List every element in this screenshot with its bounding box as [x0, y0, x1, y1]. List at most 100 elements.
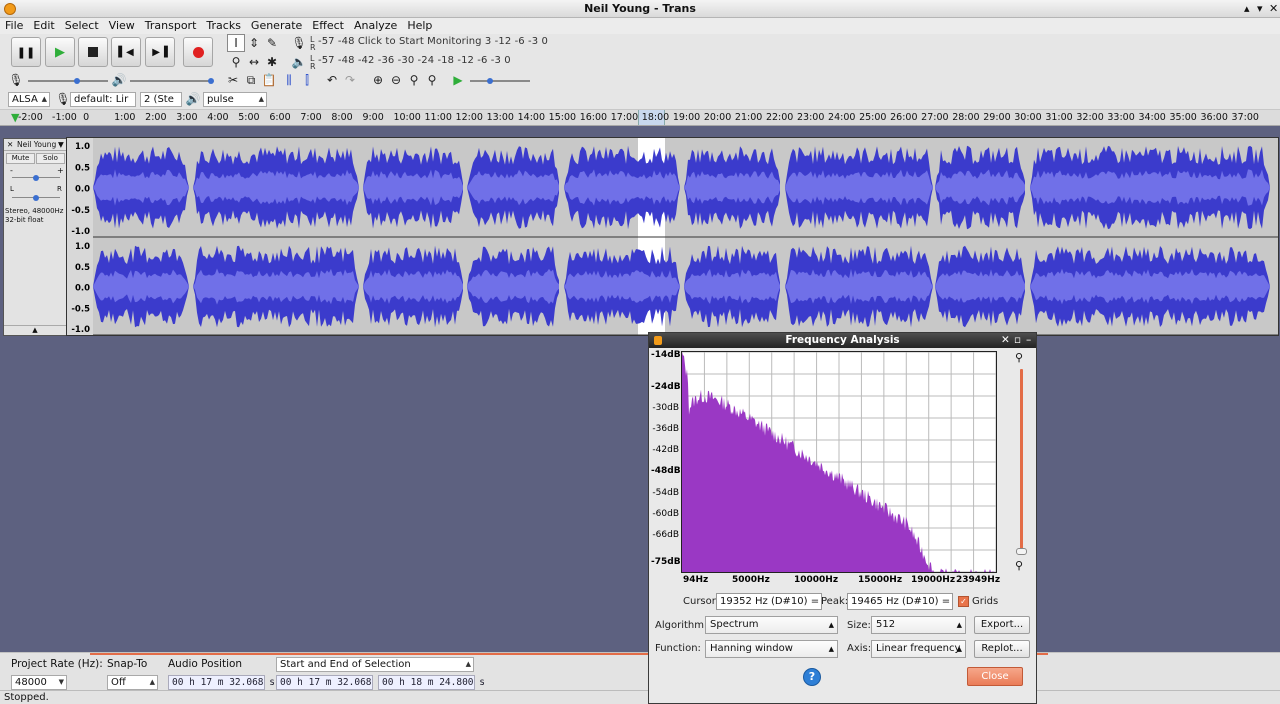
trim-button[interactable]: ⫼ [280, 71, 298, 89]
fit-project-button[interactable]: ⚲ [423, 71, 441, 89]
dialog-maximize-icon[interactable]: ▫ [1014, 333, 1021, 348]
slider-knob[interactable] [1016, 548, 1027, 555]
slider-knob[interactable] [487, 78, 493, 84]
timeline-ruler[interactable]: ▼ -2:00 -1:00 0 1:00 2:00 3:00 4:00 5:00 6:00 7:0… [0, 110, 1280, 126]
help-button[interactable]: ? [803, 668, 821, 686]
track-menu-icon[interactable]: ▼ [58, 139, 64, 151]
draw-tool[interactable]: ✎ [263, 34, 281, 52]
selection-mode-select[interactable]: Start and End of Selection ▲ [276, 657, 474, 672]
stop-button[interactable] [78, 37, 108, 67]
ruler-tick: 15:00 [548, 112, 577, 123]
size-select[interactable]: 512 ▲ [871, 616, 966, 634]
silence-button[interactable]: ⫿ [298, 71, 316, 89]
slider-knob[interactable] [33, 175, 39, 181]
track-close-icon[interactable]: ✕ [7, 139, 13, 151]
play-speed-slider[interactable] [470, 78, 530, 84]
zoom-in-icon[interactable]: ⚲ [1015, 351, 1023, 364]
undo-button[interactable]: ↶ [323, 71, 341, 89]
algorithm-label: Algorithm: [655, 620, 708, 631]
dialog-titlebar: Frequency Analysis ✕ ▫ – [649, 333, 1036, 348]
cursor-field[interactable]: 19352 Hz (D#10) = -7 [716, 593, 822, 610]
gain-slider[interactable] [12, 175, 60, 181]
envelope-tool[interactable]: ⇕ [245, 34, 263, 52]
redo-button[interactable]: ↷ [341, 71, 359, 89]
mute-button[interactable]: Mute [6, 153, 35, 164]
skip-end-button[interactable]: ▶▐ [145, 37, 175, 67]
snap-to-select[interactable]: Off ▲ [107, 675, 158, 690]
menu-tracks[interactable]: Tracks [201, 18, 246, 34]
menu-generate[interactable]: Generate [246, 18, 307, 34]
menu-file[interactable]: File [0, 18, 28, 34]
track-name-bar[interactable]: ✕ Neil Young - ▼ [4, 139, 66, 151]
amplitude-tick: -0.5 [71, 206, 90, 216]
fit-selection-button[interactable]: ⚲ [405, 71, 423, 89]
envelope-icon: ⇕ [248, 36, 260, 50]
playback-volume-slider[interactable] [130, 78, 214, 84]
grids-checkbox[interactable]: ✓ [958, 596, 969, 607]
menu-select[interactable]: Select [60, 18, 104, 34]
maximize-icon[interactable]: ▾ [1257, 0, 1263, 18]
waveform-rms [785, 268, 933, 305]
play-button[interactable]: ▶ [45, 37, 75, 67]
vertical-zoom-slider[interactable] [1016, 369, 1027, 555]
slider-knob[interactable] [208, 78, 214, 84]
paste-button[interactable]: 📋 [260, 71, 278, 89]
play-meter-button[interactable]: 🔈 [290, 53, 308, 71]
replot-button[interactable]: Replot... [974, 640, 1030, 658]
spectrum-svg[interactable] [681, 351, 997, 573]
playback-device-select[interactable]: pulse ▲ [203, 92, 267, 107]
selection-end-field[interactable]: 00 h 18 m 24.800 s [378, 675, 485, 690]
peak-field[interactable]: 19465 Hz (D#10) = -7 [847, 593, 953, 610]
grids-label: Grids [972, 596, 999, 607]
menu-effect[interactable]: Effect [307, 18, 349, 34]
selection-tool[interactable]: I [227, 34, 245, 52]
recording-volume-slider[interactable] [28, 78, 108, 84]
pan-slider[interactable] [12, 195, 60, 201]
dialog-close-icon[interactable]: ✕ [1001, 333, 1010, 348]
slider-knob[interactable] [33, 195, 39, 201]
slider-knob[interactable] [74, 78, 80, 84]
zoom-out-button[interactable]: ⊖ [387, 71, 405, 89]
close-icon[interactable]: ✕ [1269, 0, 1278, 18]
multi-tool[interactable]: ✱ [263, 53, 281, 71]
zoom-out-icon[interactable]: ⚲ [1015, 559, 1023, 572]
zoom-in-button[interactable]: ⊕ [369, 71, 387, 89]
function-select[interactable]: Hanning window ▲ [705, 640, 838, 658]
dialog-minimize-icon[interactable]: – [1026, 333, 1031, 348]
menu-transport[interactable]: Transport [140, 18, 202, 34]
record-meter-button[interactable]: 🎙 [290, 34, 308, 52]
axis-select[interactable]: Linear frequency ▲ [871, 640, 966, 658]
collapse-track-button[interactable]: ▲ [4, 325, 66, 335]
speaker-icon: 🔈 [291, 55, 307, 69]
menu-analyze[interactable]: Analyze [349, 18, 402, 34]
menu-help[interactable]: Help [402, 18, 437, 34]
timeshift-tool[interactable]: ↔ [245, 53, 263, 71]
play-meter[interactable]: -57 -48 -42 -36 -30 -24 -18 -12 -6 -3 0 [318, 55, 511, 69]
recording-channels-select[interactable]: 2 (Ste [140, 92, 182, 107]
play-at-speed-button[interactable]: ▶ [449, 71, 467, 89]
track-waveform-area[interactable]: 1.0 0.5 0.0 -0.5 -1.0 1.0 0.5 0.0 -0.5 -1.0 [66, 137, 1279, 336]
menu-view[interactable]: View [104, 18, 140, 34]
minimize-icon[interactable]: ▴ [1244, 0, 1250, 18]
audio-host-select[interactable]: ALSA ▲ [8, 92, 50, 107]
menu-edit[interactable]: Edit [28, 18, 59, 34]
copy-button[interactable]: ⧉ [242, 71, 260, 89]
waveform-svg[interactable]: 1.0 0.5 0.0 -0.5 -1.0 1.0 0.5 0.0 -0.5 -1.0 [67, 138, 1278, 335]
audio-position-field[interactable]: 00 h 17 m 32.068 s [168, 675, 275, 690]
y-tick-label: -60dB [652, 509, 679, 519]
recording-device-select[interactable]: default: Lir [70, 92, 136, 107]
record-button[interactable] [183, 37, 213, 67]
selection-start-field[interactable]: 00 h 17 m 32.068 s [276, 675, 383, 690]
ruler-tick: 14:00 [517, 112, 546, 123]
cut-button[interactable]: ✂ [224, 71, 242, 89]
pause-button[interactable]: ❚❚ [11, 37, 41, 67]
skip-start-button[interactable]: ▌◀ [111, 37, 141, 67]
record-meter[interactable]: -57 -48 Click to Start Monitoring 3 -12 … [318, 36, 548, 50]
algorithm-select[interactable]: Spectrum ▲ [705, 616, 838, 634]
export-button[interactable]: Export... [974, 616, 1030, 634]
solo-button[interactable]: Solo [36, 153, 65, 164]
spectrum-plot[interactable] [681, 351, 997, 573]
project-rate-select[interactable]: 48000 ▼ [11, 675, 67, 690]
zoom-tool[interactable]: ⚲ [227, 53, 245, 71]
close-button[interactable]: Close [967, 667, 1023, 686]
